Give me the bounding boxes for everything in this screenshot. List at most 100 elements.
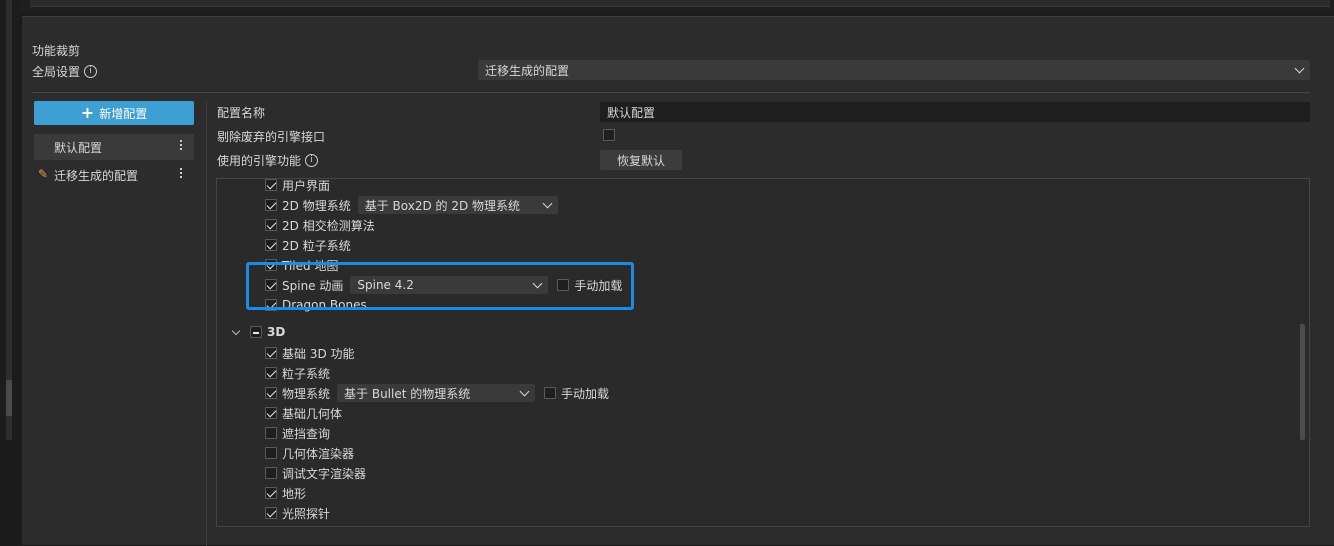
feature-checkbox[interactable]	[265, 367, 277, 379]
feature-checkbox[interactable]	[265, 347, 277, 359]
feature-label: 地形	[282, 486, 307, 501]
feature-row[interactable]: 遮挡查询	[265, 424, 330, 442]
feature-label: Dragon Bones	[282, 298, 367, 312]
group-3d-checkbox[interactable]	[250, 326, 262, 338]
physics-3d-select[interactable]: 基于 Bullet 的物理系统	[337, 384, 536, 402]
feature-row[interactable]: 2D 物理系统 基于 Box2D 的 2D 物理系统	[265, 196, 558, 214]
config-item-default[interactable]: 默认配置	[34, 134, 194, 160]
select-value: 基于 Box2D 的 2D 物理系统	[364, 198, 521, 213]
feature-checkbox[interactable]	[265, 259, 277, 271]
pin-icon: ✎	[38, 167, 49, 181]
global-settings-text: 全局设置	[32, 65, 81, 79]
feature-label: Spine 动画	[282, 278, 344, 293]
feature-checkbox[interactable]	[265, 279, 277, 291]
left-scrollbar[interactable]	[6, 0, 12, 440]
feature-row[interactable]: 地形	[265, 484, 306, 502]
feature-label: 几何体渲染器	[282, 446, 355, 461]
feature-checkbox[interactable]	[265, 447, 277, 459]
restore-default-button[interactable]: 恢复默认	[600, 150, 682, 170]
feature-label: 2D 物理系统	[282, 198, 351, 213]
feature-checkbox[interactable]	[265, 387, 277, 399]
config-item-label: 迁移生成的配置	[54, 168, 139, 183]
tree-scrollbar[interactable]	[1300, 324, 1305, 440]
feature-label: 遮挡查询	[282, 426, 331, 441]
add-config-label: 新增配置	[99, 106, 148, 121]
feature-label: 基础几何体	[282, 406, 343, 421]
chevron-down-icon	[542, 198, 553, 208]
chevron-down-icon	[532, 278, 543, 288]
feature-row[interactable]: 2D 粒子系统	[265, 236, 351, 254]
feature-checkbox[interactable]	[265, 299, 277, 311]
feature-label: 物理系统	[282, 386, 331, 401]
manual-load-label: 手动加载	[574, 278, 623, 293]
group-3d-row[interactable]: 3D	[229, 323, 285, 341]
feature-label: 2D 相交检测算法	[282, 218, 375, 233]
feature-row[interactable]: Dragon Bones	[265, 296, 367, 314]
divider	[32, 92, 1310, 93]
feature-cropping-panel: 功能裁剪 全局设置 i 迁移生成的配置 + 新增配置 默认配置 ✎ 迁移生成的配…	[22, 16, 1334, 546]
config-item-label: 默认配置	[54, 140, 103, 155]
feature-label: Tiled 地图	[282, 258, 339, 273]
feature-checkbox[interactable]	[265, 219, 277, 231]
feature-row[interactable]: 几何体渲染器	[265, 444, 354, 462]
top-bar	[30, 0, 1330, 7]
global-settings-select[interactable]: 迁移生成的配置	[478, 60, 1310, 80]
feature-checkbox[interactable]	[265, 507, 277, 519]
spine-version-select[interactable]: Spine 4.2	[350, 276, 549, 294]
engine-features-label: 使用的引擎功能 i	[217, 152, 319, 169]
column-divider	[206, 101, 207, 546]
manual-load-label: 手动加载	[561, 386, 610, 401]
section-title: 功能裁剪	[32, 44, 81, 58]
feature-checkbox[interactable]	[265, 199, 277, 211]
feature-row[interactable]: 用户界面	[265, 178, 331, 194]
feature-row[interactable]: 物理系统 基于 Bullet 的物理系统 手动加载	[265, 384, 609, 402]
left-scrollbar-thumb[interactable]	[6, 380, 12, 416]
feature-label: 基础 3D 功能	[282, 346, 355, 361]
engine-features-text: 使用的引擎功能	[217, 154, 302, 168]
deprecated-api-label: 剔除废弃的引擎接口	[217, 130, 326, 144]
manual-load-checkbox[interactable]	[557, 279, 570, 291]
feature-row[interactable]: 基础 3D 功能	[265, 344, 355, 362]
feature-row[interactable]: 调试文字渲染器	[265, 464, 366, 482]
feature-checkbox[interactable]	[265, 179, 277, 191]
feature-checkbox[interactable]	[265, 467, 277, 479]
physics-2d-select[interactable]: 基于 Box2D 的 2D 物理系统	[357, 196, 558, 214]
info-icon[interactable]: i	[305, 154, 319, 167]
top-strip	[0, 0, 1334, 12]
feature-checkbox[interactable]	[265, 427, 277, 439]
feature-row[interactable]: 2D 相交检测算法	[265, 216, 375, 234]
feature-label: 光照探针	[282, 506, 331, 521]
select-value: 基于 Bullet 的物理系统	[344, 386, 471, 401]
feature-row-spine[interactable]: Spine 动画 Spine 4.2 手动加载	[265, 276, 622, 294]
feature-label: 2D 粒子系统	[282, 238, 351, 253]
config-name-label: 配置名称	[217, 106, 266, 120]
feature-row[interactable]: Tiled 地图	[265, 256, 338, 274]
global-settings-label: 全局设置 i	[32, 63, 98, 80]
info-icon[interactable]: i	[84, 65, 98, 78]
feature-checkbox[interactable]	[265, 407, 277, 419]
group-3d-label: 3D	[267, 325, 286, 339]
feature-label: 用户界面	[282, 178, 331, 193]
feature-row[interactable]: 粒子系统	[265, 364, 330, 382]
global-settings-value: 迁移生成的配置	[485, 63, 570, 78]
feature-checkbox[interactable]	[265, 239, 277, 251]
chevron-down-icon	[1294, 63, 1305, 73]
chevron-down-icon[interactable]	[231, 326, 241, 335]
config-name-input[interactable]: 默认配置	[600, 102, 1310, 122]
manual-load-checkbox[interactable]	[544, 387, 557, 399]
feature-tree: 用户界面 2D 物理系统 基于 Box2D 的 2D 物理系统 2D 相交检测算…	[216, 178, 1310, 527]
select-value: Spine 4.2	[357, 278, 414, 292]
feature-row[interactable]: 光照探针	[265, 504, 330, 522]
feature-row[interactable]: 基础几何体	[265, 404, 342, 422]
add-config-button[interactable]: + 新增配置	[34, 101, 194, 125]
chevron-down-icon	[519, 386, 530, 396]
feature-label: 粒子系统	[282, 366, 331, 381]
left-rail	[0, 0, 20, 545]
plus-icon: +	[80, 103, 95, 122]
feature-checkbox[interactable]	[265, 487, 277, 499]
feature-label: 调试文字渲染器	[282, 466, 367, 481]
more-icon[interactable]	[180, 140, 182, 150]
config-item-migrated[interactable]: ✎ 迁移生成的配置	[34, 162, 194, 188]
deprecated-api-checkbox[interactable]	[603, 129, 615, 141]
more-icon[interactable]	[180, 168, 182, 178]
